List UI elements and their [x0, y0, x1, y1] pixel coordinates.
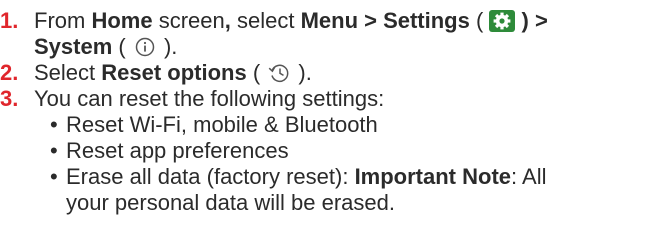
- step-1-number: 1.: [0, 8, 19, 33]
- step-1-paren-open-2: (: [112, 34, 132, 59]
- bullet-dot: •: [50, 164, 58, 189]
- list-item-text: Reset app preferences: [66, 138, 289, 163]
- list-item-text-a: Erase all data (factory reset):: [66, 164, 355, 189]
- home-label: Home: [91, 8, 153, 33]
- info-circle-icon: [132, 36, 158, 58]
- step-3-number: 3.: [0, 86, 19, 111]
- menu-settings-label: Menu > Settings: [300, 8, 470, 33]
- bullet-dot: •: [50, 138, 58, 163]
- step-2-number: 2.: [0, 60, 19, 85]
- step-1: 1. From Home screen, select Menu > Setti…: [0, 8, 656, 60]
- step-2-paren-open: (: [246, 60, 267, 85]
- list-item-text-b: : All: [511, 164, 547, 189]
- list-item: • Erase all data (factory reset): Import…: [50, 164, 656, 216]
- bullet-dot: •: [50, 112, 58, 137]
- list-item: • Reset app preferences: [50, 138, 656, 164]
- list-item: • Reset Wi-Fi, mobile & Bluetooth: [50, 112, 656, 138]
- list-item-text-c: your personal data will be erased.: [66, 190, 395, 215]
- step-1-text-b: screen: [152, 8, 225, 33]
- step-1-text-c: select: [230, 8, 301, 33]
- important-note-label: Important Note: [354, 164, 512, 189]
- step-3: 3. You can reset the following settings:: [0, 86, 656, 112]
- system-label: System: [34, 34, 113, 59]
- history-clock-icon: [266, 62, 292, 84]
- step-1-paren-close-2: ).: [157, 34, 178, 59]
- step-2-text-a: Select: [34, 60, 102, 85]
- step-1-text-a: From: [34, 8, 92, 33]
- reset-options-label: Reset options: [101, 60, 247, 85]
- instructions: 1. From Home screen, select Menu > Setti…: [0, 8, 656, 216]
- step-1-paren-close-1: ) >: [515, 8, 548, 33]
- list-item-text: Reset Wi-Fi, mobile & Bluetooth: [66, 112, 378, 137]
- settings-gear-icon: [489, 10, 516, 32]
- settings-list: • Reset Wi-Fi, mobile & Bluetooth • Rese…: [0, 112, 656, 216]
- step-2: 2. Select Reset options ( ).: [0, 60, 656, 86]
- step-2-paren-close: ).: [292, 60, 312, 85]
- step-3-text: You can reset the following settings:: [34, 86, 385, 111]
- step-1-paren-open-1: (: [469, 8, 490, 33]
